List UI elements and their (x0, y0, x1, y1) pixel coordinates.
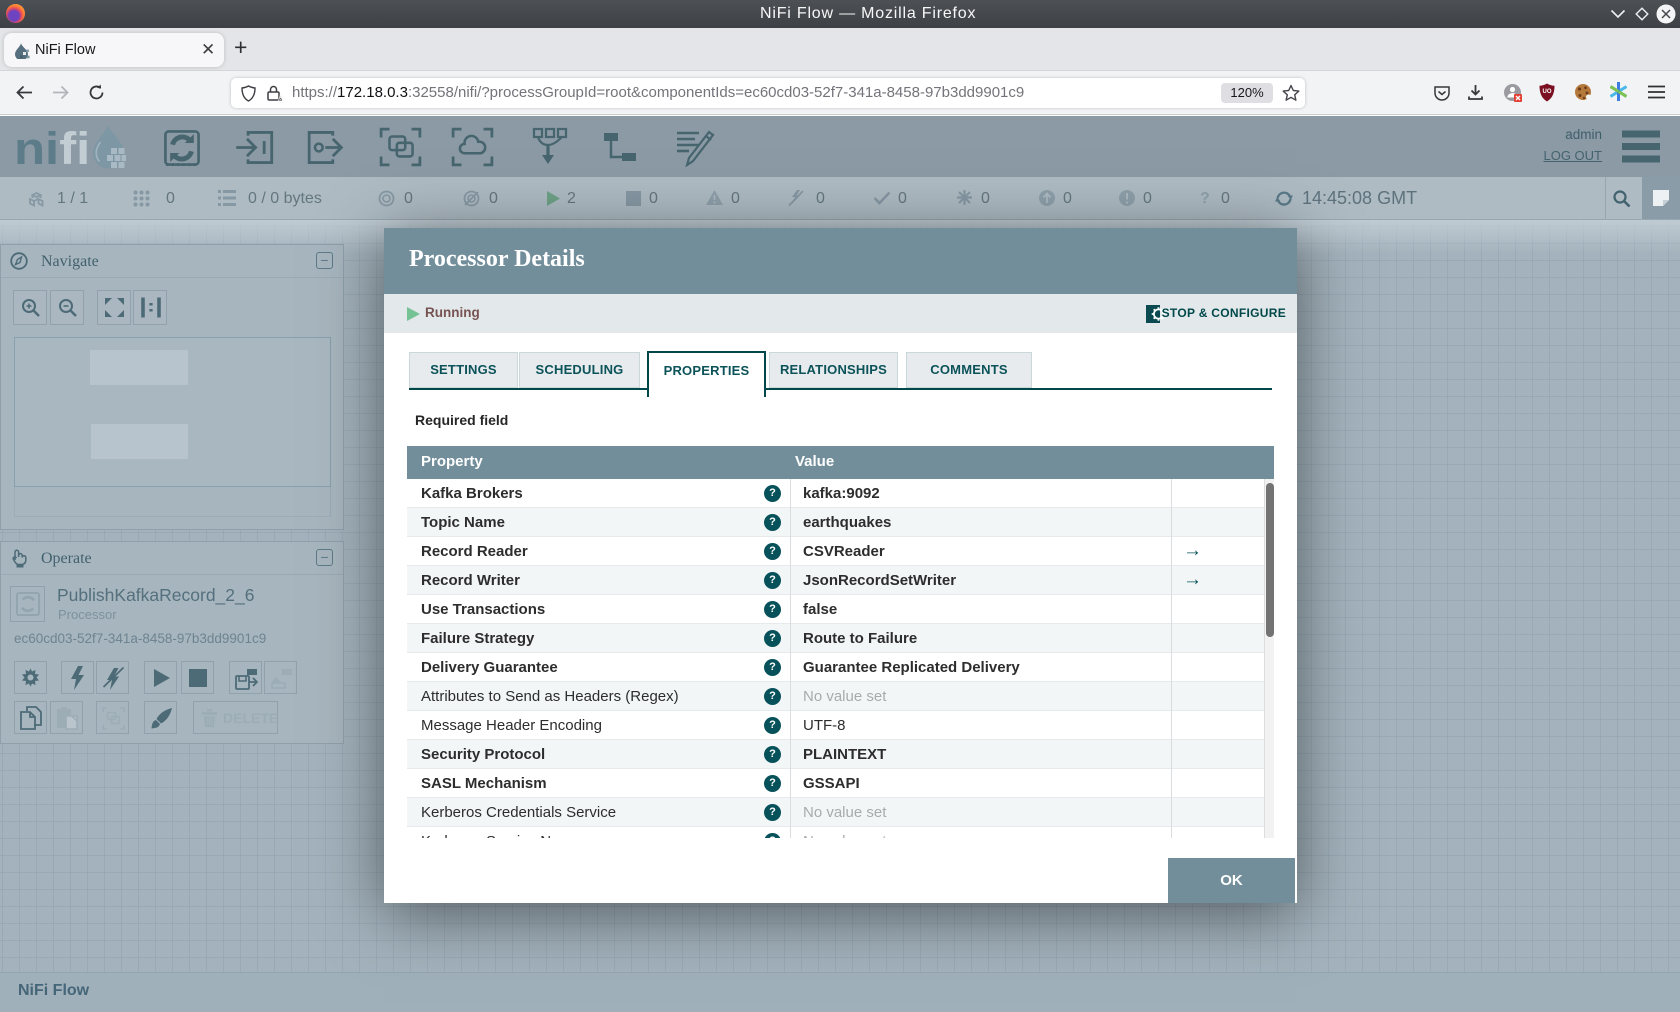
svg-text:UO: UO (1543, 89, 1552, 95)
